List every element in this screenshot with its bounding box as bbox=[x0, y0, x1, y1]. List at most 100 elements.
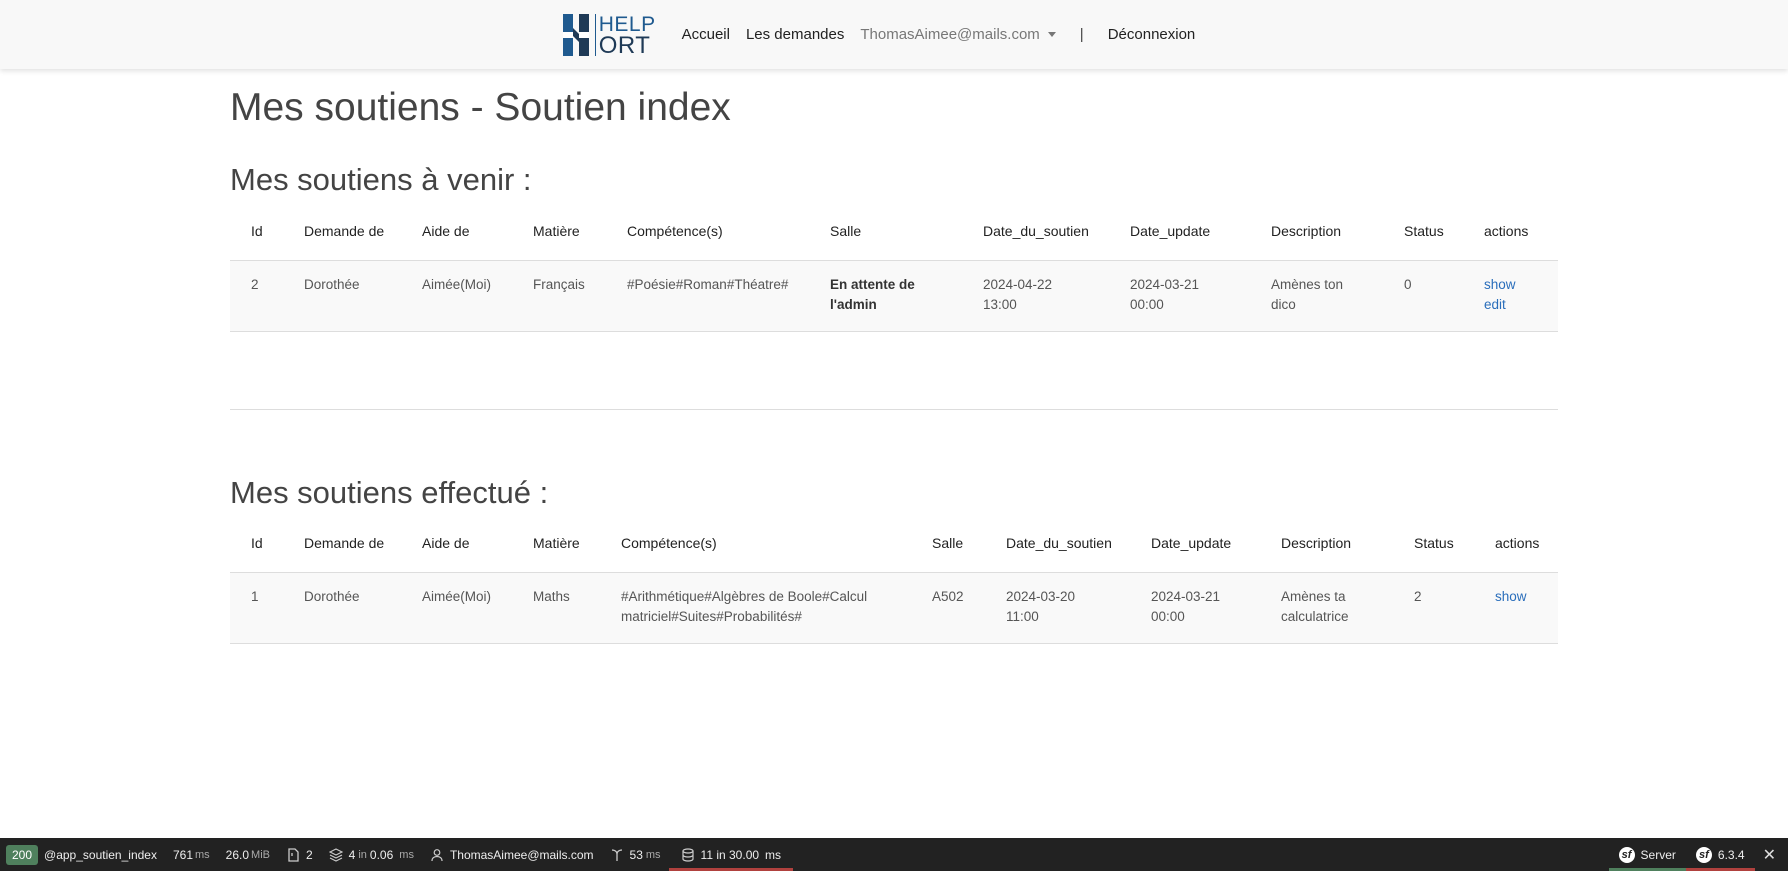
cell-aide-de: Aimée(Moi) bbox=[401, 260, 512, 332]
cell-status: 2 bbox=[1393, 572, 1474, 644]
navbar: HELP ORT Accueil Les demandes ThomasAime… bbox=[0, 0, 1788, 69]
cell-id: 1 bbox=[230, 572, 283, 644]
forms-count: 4 bbox=[348, 847, 356, 862]
show-link[interactable]: show bbox=[1484, 275, 1548, 295]
cell-date-update: 2024-03-21 00:00 bbox=[1109, 260, 1250, 332]
col-aide-de: Aide de bbox=[401, 514, 512, 573]
col-salle: Salle bbox=[911, 514, 985, 573]
col-id: Id bbox=[230, 514, 283, 573]
time-value: 761 bbox=[172, 847, 193, 862]
col-matiere: Matière bbox=[512, 202, 606, 261]
cell-date-soutien: 2024-04-22 13:00 bbox=[962, 260, 1109, 332]
toolbar-memory[interactable]: 26.0 MiB bbox=[218, 838, 278, 871]
done-table: Id Demande de Aide de Matière Compétence… bbox=[230, 514, 1558, 644]
user-icon bbox=[431, 848, 443, 861]
logo[interactable]: HELP ORT bbox=[562, 13, 656, 57]
upcoming-header-row: Id Demande de Aide de Matière Compétence… bbox=[230, 202, 1558, 261]
close-icon[interactable]: ✕ bbox=[1755, 845, 1788, 865]
cell-competences: #Poésie#Roman#Théatre# bbox=[606, 260, 809, 332]
toolbar-right: sf Server sf 6.3.4 ✕ bbox=[1608, 838, 1788, 871]
date-update-date: 2024-03-21 bbox=[1130, 277, 1200, 292]
col-actions: actions bbox=[1474, 514, 1558, 573]
date-soutien-date: 2024-03-20 bbox=[1006, 589, 1076, 604]
description-line-2: calculatrice bbox=[1281, 609, 1349, 624]
caret-down-icon bbox=[1047, 32, 1056, 37]
toolbar-twig[interactable]: 53 ms bbox=[602, 838, 669, 871]
memory-value: 26.0 bbox=[225, 847, 250, 862]
nav-separator: | bbox=[1079, 26, 1084, 43]
nav-link-demandes[interactable]: Les demandes bbox=[746, 26, 844, 43]
date-update-time: 00:00 bbox=[1130, 297, 1164, 312]
route-name: @app_soutien_index bbox=[44, 847, 157, 862]
description-line-1: Amènes ta bbox=[1281, 589, 1346, 604]
toolbar-server[interactable]: sf Server bbox=[1608, 838, 1687, 871]
logo-mark-icon bbox=[562, 13, 589, 56]
col-id: Id bbox=[230, 202, 283, 261]
version-label: 6.3.4 bbox=[1717, 847, 1745, 862]
cell-description: Amènes ton dico bbox=[1250, 260, 1383, 332]
salle-line-2: l'admin bbox=[830, 297, 877, 312]
debug-toolbar: 200 @app_soutien_index 761 ms 26.0 MiB 2… bbox=[0, 838, 1788, 871]
col-salle: Salle bbox=[809, 202, 962, 261]
logout-link[interactable]: Déconnexion bbox=[1108, 26, 1196, 43]
forms-unit: ms bbox=[399, 848, 414, 861]
time-unit: ms bbox=[195, 848, 210, 861]
col-date-update: Date_update bbox=[1109, 202, 1250, 261]
toolbar-time[interactable]: 761 ms bbox=[165, 838, 218, 871]
db-queries: 11 in 30.00 bbox=[700, 847, 760, 862]
cell-salle: En attente de l'admin bbox=[809, 260, 962, 332]
user-dropdown[interactable]: ThomasAimee@mails.com bbox=[860, 26, 1056, 43]
upcoming-heading: Mes soutiens à venir : bbox=[230, 162, 532, 197]
cell-id: 2 bbox=[230, 260, 283, 332]
twig-unit: ms bbox=[645, 848, 661, 861]
toolbar-version[interactable]: sf 6.3.4 bbox=[1685, 838, 1755, 871]
cell-salle: A502 bbox=[911, 572, 985, 644]
toolbar-logs[interactable]: 2 bbox=[278, 838, 321, 871]
toolbar-database[interactable]: 11 in 30.00 ms bbox=[668, 838, 794, 871]
date-soutien-date: 2024-04-22 bbox=[983, 277, 1053, 292]
db-unit: ms bbox=[765, 847, 782, 862]
col-date-update: Date_update bbox=[1130, 514, 1260, 573]
col-competences: Compétence(s) bbox=[600, 514, 911, 573]
col-status: Status bbox=[1393, 514, 1474, 573]
date-update-time: 00:00 bbox=[1151, 609, 1185, 624]
date-soutien-time: 11:00 bbox=[1006, 609, 1039, 624]
toolbar-forms[interactable]: 4 in 0.06 ms bbox=[321, 838, 422, 871]
layers-icon bbox=[328, 847, 343, 862]
page-title: Mes soutiens - Soutien index bbox=[230, 86, 731, 129]
col-matiere: Matière bbox=[512, 514, 600, 573]
col-description: Description bbox=[1250, 202, 1383, 261]
date-update-date: 2024-03-21 bbox=[1151, 589, 1221, 604]
salle-line-1: En attente de bbox=[830, 277, 915, 292]
col-date-soutien: Date_du_soutien bbox=[962, 202, 1109, 261]
col-description: Description bbox=[1260, 514, 1393, 573]
toolbar-request[interactable]: 200 @app_soutien_index bbox=[0, 838, 165, 871]
status-badge: 200 bbox=[6, 844, 39, 865]
cell-aide-de: Aimée(Moi) bbox=[401, 572, 512, 644]
table-row: 2 Dorothée Aimée(Moi) Français #Poésie#R… bbox=[230, 260, 1558, 332]
nav-link-accueil[interactable]: Accueil bbox=[682, 26, 730, 43]
col-aide-de: Aide de bbox=[401, 202, 512, 261]
logs-count: 2 bbox=[305, 847, 313, 862]
show-link[interactable]: show bbox=[1495, 587, 1548, 607]
forms-time: 0.06 bbox=[369, 847, 394, 862]
done-header-row: Id Demande de Aide de Matière Compétence… bbox=[230, 514, 1558, 573]
database-icon bbox=[681, 847, 694, 862]
col-date-soutien: Date_du_soutien bbox=[985, 514, 1130, 573]
symfony-version-icon: sf bbox=[1695, 846, 1712, 863]
description-line-1: Amènes ton bbox=[1271, 277, 1344, 292]
twig-icon bbox=[611, 848, 622, 861]
cell-demande-de: Dorothée bbox=[283, 260, 401, 332]
description-line-2: dico bbox=[1271, 297, 1296, 312]
col-actions: actions bbox=[1463, 202, 1558, 261]
cell-description: Amènes ta calculatrice bbox=[1260, 572, 1393, 644]
toolbar-user-name: ThomasAimee@mails.com bbox=[449, 847, 594, 862]
col-competences: Compétence(s) bbox=[606, 202, 809, 261]
cell-actions: show bbox=[1474, 572, 1558, 644]
navbar-inner: HELP ORT Accueil Les demandes ThomasAime… bbox=[562, 13, 1212, 57]
edit-link[interactable]: edit bbox=[1484, 295, 1548, 315]
toolbar-user[interactable]: ThomasAimee@mails.com bbox=[422, 838, 602, 871]
server-label: Server bbox=[1640, 847, 1676, 862]
document-icon bbox=[288, 847, 299, 862]
twig-time: 53 bbox=[629, 847, 643, 862]
